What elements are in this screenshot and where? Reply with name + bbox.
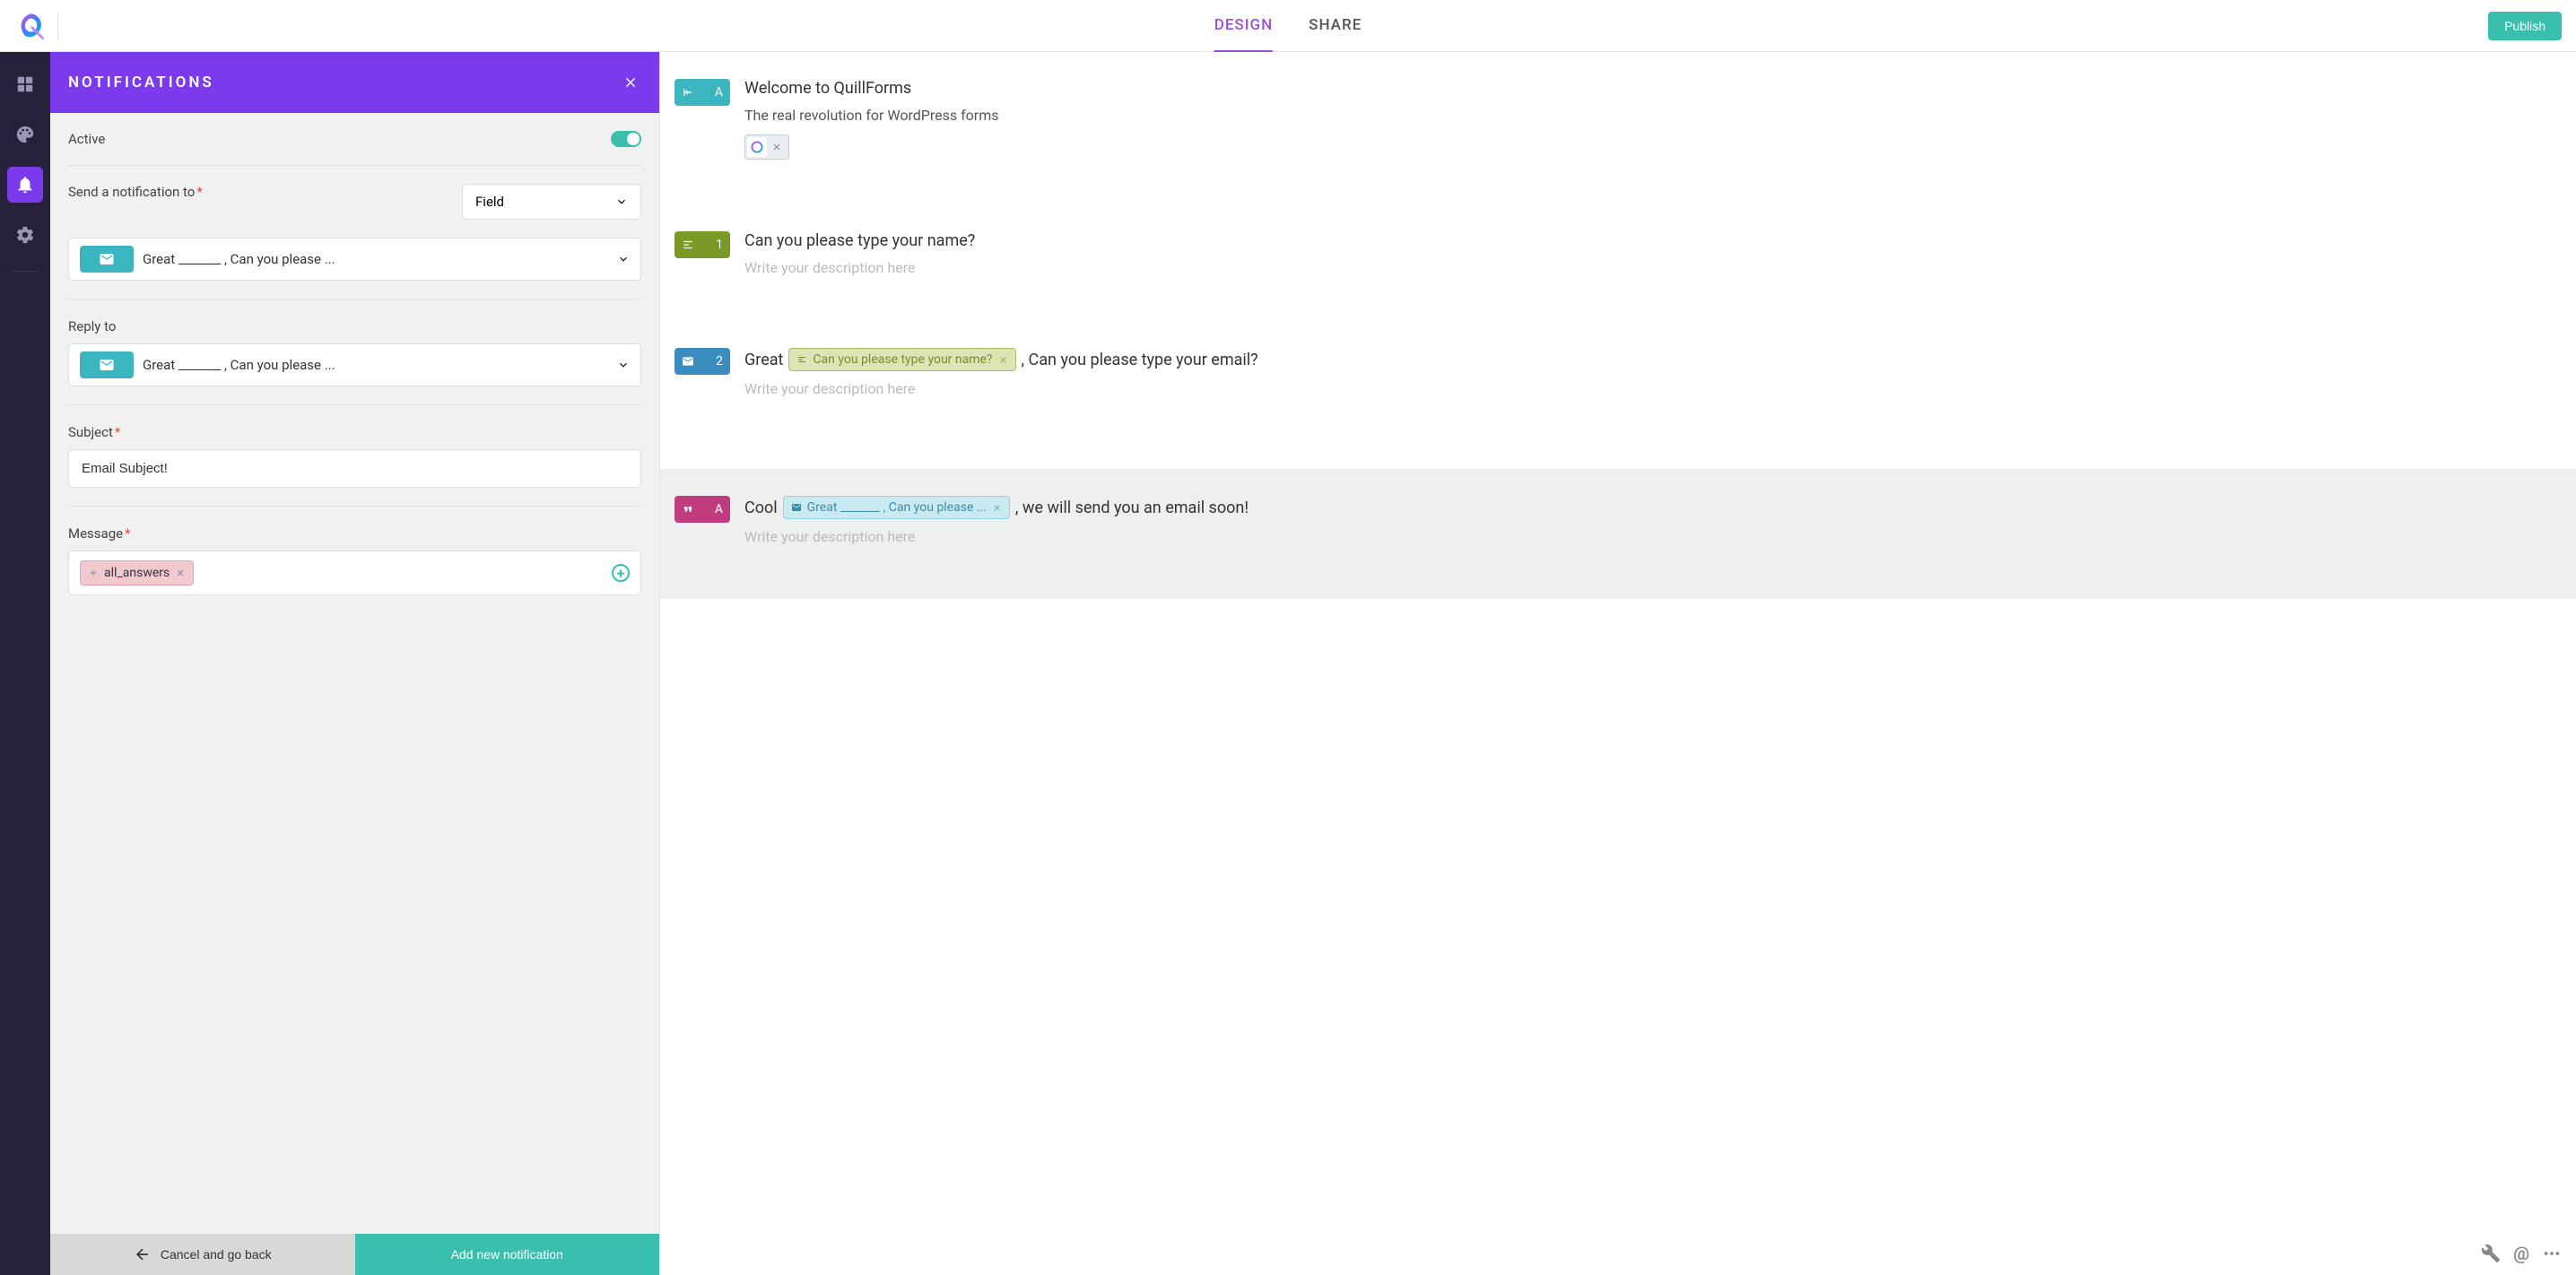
block-description[interactable]: Write your description here <box>744 528 2562 545</box>
message-label: Message* <box>68 525 131 542</box>
send-to-field-select[interactable]: Great _______ , Can you please ... <box>68 238 641 281</box>
notifications-panel: NOTIFICATIONS Active Send a notification… <box>50 52 660 1275</box>
block-badge: 1 <box>674 231 730 258</box>
block-title[interactable]: Cool Great _______ , Can you please ... … <box>744 496 2562 519</box>
active-toggle[interactable] <box>611 131 641 147</box>
chevron-down-icon <box>617 253 630 265</box>
panel-title: NOTIFICATIONS <box>68 74 214 91</box>
add-variable-button[interactable]: + <box>612 564 630 582</box>
block-badge: A <box>674 496 730 523</box>
topbar: DESIGN SHARE Publish <box>0 0 2576 52</box>
reply-to-field-select[interactable]: Great _______ , Can you please ... <box>68 343 641 386</box>
attachment-logo-icon[interactable] <box>747 137 767 157</box>
panel-header: NOTIFICATIONS <box>50 52 659 113</box>
block-thankyou[interactable]: A Cool Great _______ , Can you please ..… <box>674 496 2562 545</box>
attachment-remove-icon[interactable] <box>767 137 787 157</box>
rail-notifications[interactable] <box>7 167 43 203</box>
subject-input[interactable] <box>68 449 641 488</box>
block-title[interactable]: Welcome to QuillForms <box>744 79 2562 98</box>
block-subtitle[interactable]: The real revolution for WordPress forms <box>744 107 2562 124</box>
icon-rail <box>0 52 50 1275</box>
publish-button[interactable]: Publish <box>2488 12 2562 40</box>
enter-icon <box>682 86 694 99</box>
subject-label: Subject* <box>68 424 120 440</box>
wrench-icon[interactable] <box>2481 1244 2501 1263</box>
rail-theme[interactable] <box>7 117 43 152</box>
message-chip[interactable]: all_answers <box>80 560 194 585</box>
block-badge: A <box>674 79 730 106</box>
chip-remove-icon[interactable] <box>992 503 1002 513</box>
text-icon <box>796 354 807 365</box>
block-question-2[interactable]: 2 Great Can you please type your name? ,… <box>674 348 2562 397</box>
text-icon <box>682 239 694 251</box>
canvas-toolbar: @ <box>2481 1243 2562 1264</box>
block-title[interactable]: Can you please type your name? <box>744 231 2562 250</box>
send-to-type-select[interactable]: Field <box>462 184 641 220</box>
reply-to-field-value: Great _______ , Can you please ... <box>143 357 608 373</box>
block-title[interactable]: Great Can you please type your name? , C… <box>744 348 2562 371</box>
cancel-button[interactable]: Cancel and go back <box>50 1234 355 1275</box>
tab-share[interactable]: SHARE <box>1309 0 1362 52</box>
chevron-down-icon <box>617 359 630 371</box>
email-icon <box>80 351 134 378</box>
form-canvas: A Welcome to QuillForms The real revolut… <box>660 52 2576 1275</box>
rail-settings[interactable] <box>7 217 43 253</box>
chip-remove-icon[interactable] <box>998 355 1008 365</box>
send-to-label: Send a notification to* <box>68 184 203 200</box>
chip-remove-icon[interactable] <box>175 568 186 578</box>
active-label: Active <box>68 131 105 147</box>
close-icon[interactable] <box>620 72 641 93</box>
more-icon[interactable] <box>2542 1244 2562 1263</box>
email-icon <box>682 355 694 368</box>
send-to-type-value: Field <box>475 194 504 210</box>
rail-divider <box>11 271 39 272</box>
logo-divider <box>57 13 58 39</box>
attachment-widget <box>744 134 789 160</box>
app-logo[interactable] <box>14 10 47 42</box>
quote-icon <box>682 503 694 516</box>
block-welcome[interactable]: A Welcome to QuillForms The real revolut… <box>674 79 2562 160</box>
block-description[interactable]: Write your description here <box>744 259 2562 276</box>
plus-icon <box>88 568 99 578</box>
block-badge: 2 <box>674 348 730 375</box>
email-icon <box>80 246 134 273</box>
recall-chip[interactable]: Great _______ , Can you please ... <box>783 496 1010 519</box>
add-notification-button[interactable]: Add new notification <box>355 1234 660 1275</box>
chevron-down-icon <box>615 195 628 208</box>
reply-to-label: Reply to <box>68 318 116 334</box>
email-icon <box>791 502 802 513</box>
top-tabs: DESIGN SHARE <box>1214 0 1362 51</box>
panel-footer: Cancel and go back Add new notification <box>50 1234 659 1275</box>
tab-design[interactable]: DESIGN <box>1214 0 1273 52</box>
recall-chip[interactable]: Can you please type your name? <box>788 348 1015 371</box>
mention-icon[interactable]: @ <box>2513 1243 2529 1264</box>
message-input[interactable]: all_answers + <box>68 551 641 595</box>
rail-dashboard[interactable] <box>7 66 43 102</box>
send-to-field-value: Great _______ , Can you please ... <box>143 251 608 267</box>
arrow-left-icon <box>134 1245 152 1263</box>
block-description[interactable]: Write your description here <box>744 380 2562 397</box>
block-question-1[interactable]: 1 Can you please type your name? Write y… <box>674 231 2562 276</box>
